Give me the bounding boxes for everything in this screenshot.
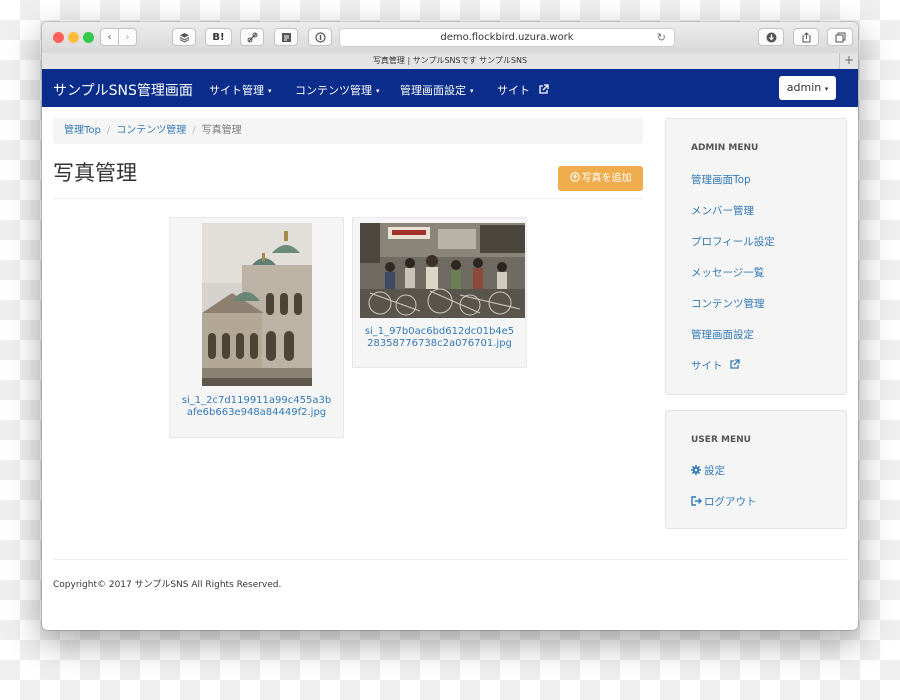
nav-label: サイト管理 (209, 84, 264, 97)
nav-label: サイト (497, 84, 530, 97)
address-bar[interactable]: demo.flockbird.uzura.work ↻ (339, 28, 675, 47)
nav-label: 管理画面設定 (400, 84, 466, 97)
add-photo-label: 写真を追加 (581, 173, 632, 184)
menu-logout[interactable]: ログアウト (691, 494, 757, 509)
breadcrumb-admin-top[interactable]: 管理Top (64, 125, 101, 136)
chevron-left-icon: ‹ (107, 31, 112, 43)
breadcrumb: 管理Top / コンテンツ管理 / 写真管理 (53, 118, 643, 144)
admin-menu-panel: ADMIN MENU 管理画面Top メンバー管理 プロフィール設定 メッセージ… (665, 118, 847, 395)
caption-line: 28358776738c2a076701.jpg (367, 338, 512, 349)
download-icon (766, 32, 776, 42)
menu-profile-settings[interactable]: プロフィール設定 (691, 234, 775, 249)
caret-down-icon: ▾ (470, 87, 474, 95)
notes-icon (281, 32, 291, 42)
admin-username: admin (786, 81, 822, 94)
add-photo-button[interactable]: 写真を追加 (558, 166, 643, 191)
tabs-icon (835, 32, 845, 42)
divider (53, 198, 643, 199)
menu-site-label: サイト (691, 360, 723, 372)
menu-settings-label: 設定 (704, 465, 725, 477)
photo-card[interactable]: si_1_2c7d119911a99c455a3b afe6b663e948a8… (169, 217, 344, 438)
breadcrumb-separator: / (192, 125, 196, 136)
link-icon (247, 32, 257, 42)
reader-button[interactable] (308, 28, 332, 46)
hatena-bookmark-icon: B! (212, 31, 225, 43)
info-icon (314, 31, 326, 43)
user-menu-panel: USER MENU 設定 ログアウト (665, 410, 847, 529)
photo-card[interactable]: si_1_97b0ac6bd612dc01b4e5 28358776738c2a… (352, 217, 527, 368)
menu-logout-label: ログアウト (704, 496, 757, 508)
url-text: demo.flockbird.uzura.work (440, 32, 574, 43)
caption-line: si_1_97b0ac6bd612dc01b4e5 (364, 326, 515, 337)
navbar-brand[interactable]: サンプルSNS管理画面 (53, 80, 193, 100)
breadcrumb-current: 写真管理 (201, 125, 242, 136)
hatena-bookmark-button[interactable]: B! (205, 28, 232, 46)
footer-copyright: Copyright© 2017 サンプルSNS All Rights Reser… (53, 580, 282, 590)
share-button[interactable] (793, 28, 819, 46)
active-tab-title[interactable]: 写真管理 | サンプルSNSです サンプルSNS (373, 56, 527, 65)
nav-content-management[interactable]: コンテンツ管理 ▾ (295, 82, 380, 98)
tab-bar: 写真管理 | サンプルSNSです サンプルSNS + (42, 53, 858, 70)
caption-line: afe6b663e948a84449f2.jpg (186, 407, 327, 418)
notes-button[interactable] (274, 28, 298, 46)
zoom-window-button[interactable] (83, 32, 94, 43)
photo-caption-link[interactable]: si_1_2c7d119911a99c455a3b afe6b663e948a8… (170, 395, 343, 419)
menu-member-management[interactable]: メンバー管理 (691, 203, 754, 218)
tabs-overview-button[interactable] (827, 28, 853, 46)
menu-admin-top[interactable]: 管理画面Top (691, 172, 751, 187)
cathedral-photo[interactable] (202, 223, 312, 386)
link-button[interactable] (240, 28, 264, 46)
caption-line: si_1_2c7d119911a99c455a3b (181, 395, 332, 406)
photo-caption-link[interactable]: si_1_97b0ac6bd612dc01b4e5 28358776738c2a… (353, 326, 526, 350)
downloads-button[interactable] (758, 28, 784, 46)
close-window-button[interactable] (53, 32, 64, 43)
menu-site[interactable]: サイト (691, 358, 740, 373)
breadcrumb-content-management[interactable]: コンテンツ管理 (116, 125, 186, 136)
nav-label: コンテンツ管理 (295, 84, 372, 97)
menu-settings[interactable]: 設定 (691, 463, 725, 478)
navbar: サンプルSNS管理画面 サイト管理 ▾ コンテンツ管理 ▾ 管理画面設定 ▾ サイト … (42, 69, 858, 107)
chevron-right-icon: › (125, 31, 130, 43)
admin-user-dropdown[interactable]: admin ▾ (779, 76, 836, 100)
new-tab-button[interactable]: + (839, 53, 858, 69)
breadcrumb-separator: / (106, 125, 111, 136)
nav-admin-settings[interactable]: 管理画面設定 ▾ (400, 82, 474, 98)
gear-icon (691, 465, 701, 475)
menu-message-list[interactable]: メッセージ一覧 (691, 265, 764, 280)
caret-down-icon: ▾ (268, 87, 272, 95)
logout-icon (691, 496, 702, 506)
upload-circle-icon (569, 172, 580, 182)
caret-down-icon: ▾ (824, 85, 829, 93)
browser-window: ‹ › B! demo.flockbird.uzura.work ↻ 写真管理 … (42, 22, 858, 630)
layers-button[interactable] (172, 28, 196, 46)
share-icon (802, 31, 810, 42)
browser-toolbar: ‹ › B! demo.flockbird.uzura.work ↻ (42, 22, 858, 54)
nav-site[interactable]: サイト (497, 82, 549, 98)
admin-menu-heading: ADMIN MENU (691, 143, 759, 153)
layers-icon (179, 32, 189, 42)
page-title: 写真管理 (53, 161, 137, 185)
caret-down-icon: ▾ (376, 87, 380, 95)
footer-divider (53, 559, 847, 560)
menu-admin-settings[interactable]: 管理画面設定 (691, 327, 754, 342)
external-link-icon (730, 359, 740, 369)
forward-button[interactable]: › (118, 28, 137, 46)
nav-site-management[interactable]: サイト管理 ▾ (209, 82, 272, 98)
back-button[interactable]: ‹ (100, 28, 119, 46)
menu-content-management[interactable]: コンテンツ管理 (691, 296, 765, 311)
external-link-icon (538, 84, 549, 94)
reload-icon[interactable]: ↻ (657, 29, 666, 46)
user-menu-heading: USER MENU (691, 435, 751, 445)
minimize-window-button[interactable] (68, 32, 79, 43)
street-market-photo[interactable] (360, 223, 525, 318)
